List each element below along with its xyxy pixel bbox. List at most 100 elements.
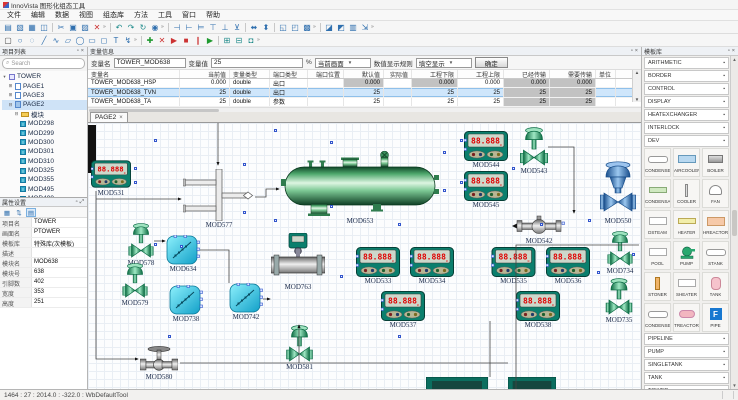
column-header-6[interactable]: 实际值 [384,70,412,78]
canvas-node-MOD580[interactable]: MOD580 [140,345,178,373]
capture-icon[interactable]: ◘ [245,35,257,46]
canvas-node-MOD581[interactable]: MOD581 [286,325,313,363]
var-value-input[interactable] [211,58,303,68]
menu-item-7[interactable]: 窗口 [177,10,201,20]
palette-item-HREACTOR[interactable]: HREACTOR [702,210,729,239]
toolbar-overflow-icon[interactable]: » [313,24,318,30]
paste-format-icon[interactable]: ◩ [335,22,347,33]
column-header-5[interactable]: 默认值 [344,70,384,78]
copy-icon[interactable]: ▣ [67,22,79,33]
run-icon[interactable]: ▶ [204,35,216,46]
export-icon[interactable]: ⇲ [359,22,371,33]
palette-item-AIRCOOLER[interactable]: AIRCOOLER [673,148,700,177]
redo-icon[interactable]: ↷ [125,22,137,33]
align-bottom-icon[interactable]: ⊻ [231,22,243,33]
table-row-1[interactable]: TOWER_MOD638_TVN25double出口2525252525 [88,88,641,97]
props-page-icon[interactable]: ▤ [26,208,36,217]
menu-item-2[interactable]: 数据 [50,10,74,20]
tab-close-icon[interactable]: × [119,115,123,121]
scrollbar-thumb[interactable] [732,210,737,236]
palette-scrollbar[interactable]: ▲ ▼ [730,56,738,389]
confirm-button[interactable]: 确定 [475,57,508,68]
property-row-4[interactable]: 模块名MOD638 [0,258,87,268]
column-header-7[interactable]: 工程下限 [412,70,458,78]
paste-icon[interactable]: ▨ [79,22,91,33]
stop-icon[interactable]: ■ [180,35,192,46]
library-close-icon[interactable]: × [731,48,736,54]
canvas-node[interactable] [508,377,556,389]
ellipse-icon[interactable]: ○ [14,35,26,46]
property-row-0[interactable]: 项目名TOWER [0,218,87,228]
property-row-2[interactable]: 模板库特殊库(次模板) [0,238,87,248]
canvas-node-MOD535[interactable]: 88.888 c MOD535 [491,247,536,277]
table-row-2[interactable]: TOWER_MOD638_TA25double参数2525252525 [88,98,641,107]
expander-icon[interactable]: ⊟ [8,102,13,108]
palette-item-PIPE[interactable]: FPIPE [702,303,729,332]
column-header-10[interactable]: 需要传输 [550,70,596,78]
scroll-down-icon[interactable]: ▼ [732,383,736,388]
align-right-icon[interactable]: ⊨ [195,22,207,33]
palette-section-ARITHMETIC[interactable]: ARITHMETIC▪ [644,57,729,69]
delete-icon[interactable]: ✕ [91,22,103,33]
column-header-4[interactable]: 端口位置 [308,70,344,78]
curve-icon[interactable]: ∿ [50,35,62,46]
tile-icon[interactable]: ⊞ [221,35,233,46]
canvas-node-MOD735[interactable]: MOD735 [605,278,633,316]
add-icon[interactable]: ✚ [144,35,156,46]
tree-item-PAGE3[interactable]: ⊞PAGE3 [2,91,87,100]
property-row-8[interactable]: 高度251 [0,298,87,308]
anchor-icon[interactable]: ↯ [122,35,134,46]
menu-item-4[interactable]: 组态库 [98,10,129,20]
polygon-icon[interactable]: ▱ [62,35,74,46]
palette-section-PIPELINE[interactable]: PIPELINE▪ [644,333,729,345]
table-vertical-scrollbar[interactable]: ▲▼ [632,70,641,102]
palette-item-PUMP[interactable]: PUMP [673,241,700,270]
panel-close-icon[interactable]: × [80,48,85,54]
undo-icon[interactable]: ↶ [113,22,125,33]
toolbar-overflow-icon[interactable]: » [371,24,376,30]
tree-item-root[interactable]: ▾TOWER [2,72,87,81]
canvas-node-MOD531[interactable]: 88.888 c MOD531 [91,159,131,189]
toolbar-overflow-icon[interactable]: » [257,37,262,43]
canvas-node-MOD533[interactable]: 88.888 c MOD533 [356,247,400,277]
tree-item-MOD325[interactable]: ≡MOD325 [2,166,87,175]
property-row-7[interactable]: 宽度353 [0,288,87,298]
cascade-icon[interactable]: ⊟ [233,35,245,46]
palette-section-INTERLOCK[interactable]: INTERLOCK▪ [644,122,729,134]
column-header-1[interactable]: 当前值 [180,70,230,78]
scope-select[interactable]: 当前画面▼ [315,58,371,68]
props-sort-icon[interactable]: ⇅ [14,208,24,217]
canvas-node-MOD534[interactable]: 88.888 c MOD534 [410,247,454,277]
palette-section-PUMP[interactable]: PUMP▪ [644,346,729,358]
send-back-icon[interactable]: ◰ [289,22,301,33]
canvas-node[interactable] [426,377,488,389]
canvas-node-MOD653[interactable]: MOD653 [281,151,439,217]
column-header-3[interactable]: 端口类型 [270,70,308,78]
palette-item-TREACTOR[interactable]: TREACTOR [673,303,700,332]
palette-section-HEATEXCHANGER[interactable]: HEATEXCHANGER▪ [644,109,729,121]
scroll-up-icon[interactable]: ▲ [635,70,639,75]
print-icon[interactable]: ◫ [38,22,50,33]
expander-icon[interactable]: ⊟ [14,111,19,117]
expander-icon[interactable]: ⊞ [8,92,13,98]
cut-icon[interactable]: ✂ [55,22,67,33]
preview-icon[interactable]: ◉ [149,22,161,33]
palette-item-STONER[interactable]: STONER [644,272,671,301]
canvas-node-MOD738[interactable]: MOD738 [169,285,203,315]
menu-item-1[interactable]: 编辑 [26,10,50,20]
tree-item-MOD298[interactable]: ≡MOD298 [2,119,87,128]
palette-item-POOL[interactable]: POOL [644,241,671,270]
tree-item-folder[interactable]: ⊟模块 [2,110,87,119]
palette-section-SINGLETANK[interactable]: SINGLETANK▪ [644,359,729,371]
palette-item-DSTEAM[interactable]: DSTEAM [644,210,671,239]
refresh-icon[interactable]: ↻ [137,22,149,33]
same-height-icon[interactable]: ⬍ [260,22,272,33]
palette-item-TANK[interactable]: TANK [702,272,729,301]
line-icon[interactable]: ╱ [38,35,50,46]
canvas-node-MOD734[interactable]: MOD734 [606,231,634,267]
menu-item-0[interactable]: 文件 [2,10,26,20]
canvas-node-MOD579[interactable]: MOD579 [122,263,148,299]
align-left-icon[interactable]: ⊣ [171,22,183,33]
canvas-node-MOD545[interactable]: 88.888 c MOD545 [464,171,508,201]
property-row-3[interactable]: 描述 [0,248,87,258]
